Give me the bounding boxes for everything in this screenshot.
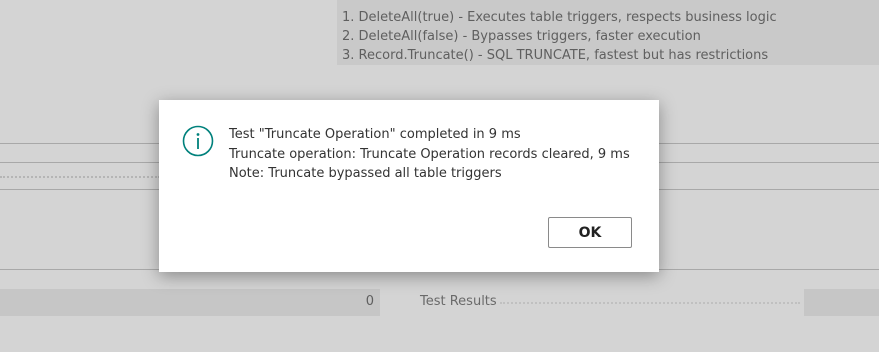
ok-button[interactable]: OK bbox=[548, 217, 632, 248]
info-line: 1. DeleteAll(true) - Executes table trig… bbox=[342, 10, 777, 25]
message-line: Test "Truncate Operation" completed in 9… bbox=[229, 127, 521, 142]
info-panel: 1. DeleteAll(true) - Executes table trig… bbox=[337, 0, 879, 65]
dotted-leader bbox=[0, 176, 160, 178]
message-line: Truncate operation: Truncate Operation r… bbox=[229, 146, 630, 162]
message-line: Note: Truncate bypassed all table trigge… bbox=[229, 166, 502, 181]
count-field[interactable]: 0 bbox=[0, 289, 380, 316]
info-icon bbox=[182, 125, 214, 157]
test-results-field[interactable] bbox=[804, 289, 879, 316]
info-line: 2. DeleteAll(false) - Bypasses triggers,… bbox=[342, 29, 701, 44]
dotted-leader bbox=[500, 302, 800, 304]
test-results-label: Test Results bbox=[420, 294, 497, 309]
info-line: 3. Record.Truncate() - SQL TRUNCATE, fas… bbox=[342, 48, 769, 63]
count-value: 0 bbox=[365, 294, 374, 309]
dialog-message: Test "Truncate Operation" completed in 9… bbox=[229, 125, 649, 184]
message-dialog: Test "Truncate Operation" completed in 9… bbox=[159, 100, 659, 272]
